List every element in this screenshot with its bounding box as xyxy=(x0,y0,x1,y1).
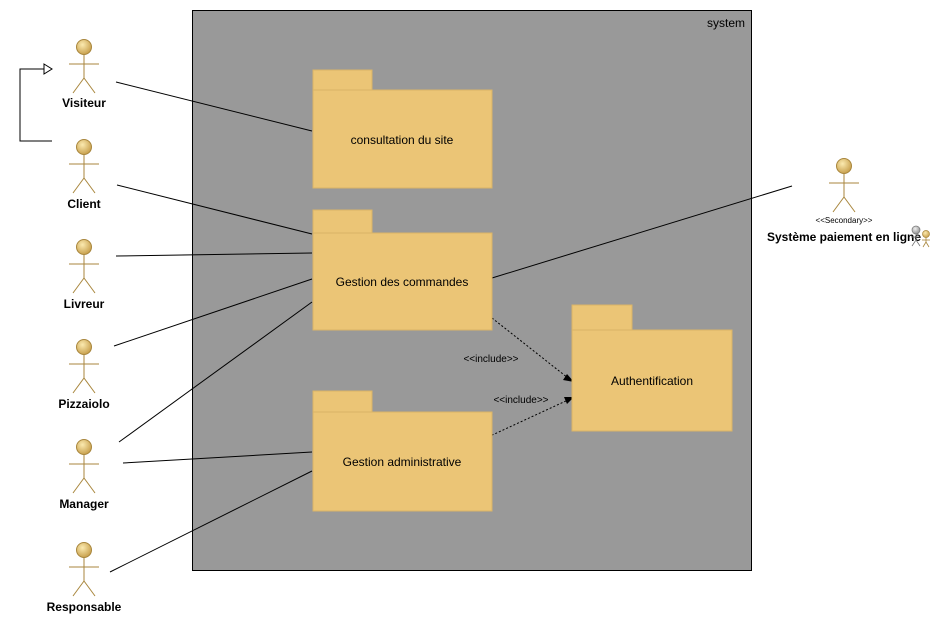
actor-client-label: Client xyxy=(67,197,100,211)
actor-visiteur-label: Visiteur xyxy=(62,96,106,110)
actor-livreur[interactable] xyxy=(69,239,99,294)
actor-visiteur[interactable] xyxy=(69,39,99,94)
actor-livreur-label: Livreur xyxy=(64,297,105,311)
actor-pizzaiolo[interactable] xyxy=(69,339,99,394)
system-label: system xyxy=(707,16,745,30)
include-label-1: <<include>> xyxy=(463,354,518,365)
actor-responsable[interactable] xyxy=(69,542,99,597)
use-case-diagram: system <<include>> <<include>> consultat… xyxy=(19,10,930,614)
package-consultation-label: consultation du site xyxy=(351,133,454,147)
include-label-2: <<include>> xyxy=(493,395,548,406)
actor-paiement-label: Système paiement en ligne xyxy=(767,230,921,244)
actor-paiement-stereotype: <<Secondary>> xyxy=(816,216,873,225)
actor-client[interactable] xyxy=(69,139,99,194)
actor-pizzaiolo-label: Pizzaiolo xyxy=(58,397,109,411)
package-administrative-label: Gestion administrative xyxy=(343,455,462,469)
generalization-arrowhead-icon xyxy=(43,63,53,75)
actor-manager-label: Manager xyxy=(59,497,109,511)
generalization-line[interactable] xyxy=(19,68,52,142)
actor-paiement[interactable] xyxy=(829,158,859,213)
package-authentification-label: Authentification xyxy=(611,374,693,388)
package-commandes-label: Gestion des commandes xyxy=(336,275,469,289)
actor-responsable-label: Responsable xyxy=(47,600,122,614)
actor-manager[interactable] xyxy=(69,439,99,494)
